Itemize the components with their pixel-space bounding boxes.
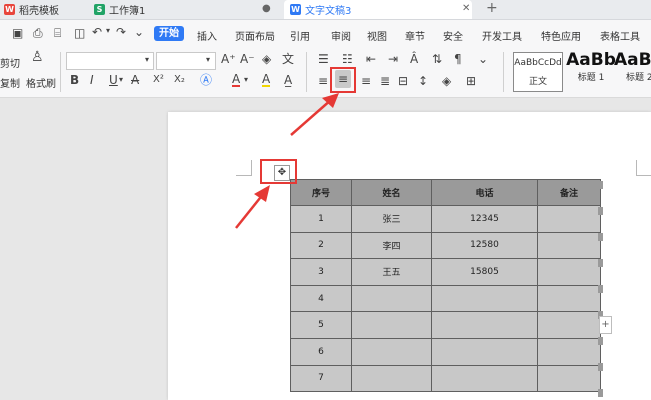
annotation-arrows <box>235 93 339 229</box>
arrowhead <box>254 185 270 202</box>
arrow-line <box>235 192 265 229</box>
arrow-line <box>290 98 333 136</box>
